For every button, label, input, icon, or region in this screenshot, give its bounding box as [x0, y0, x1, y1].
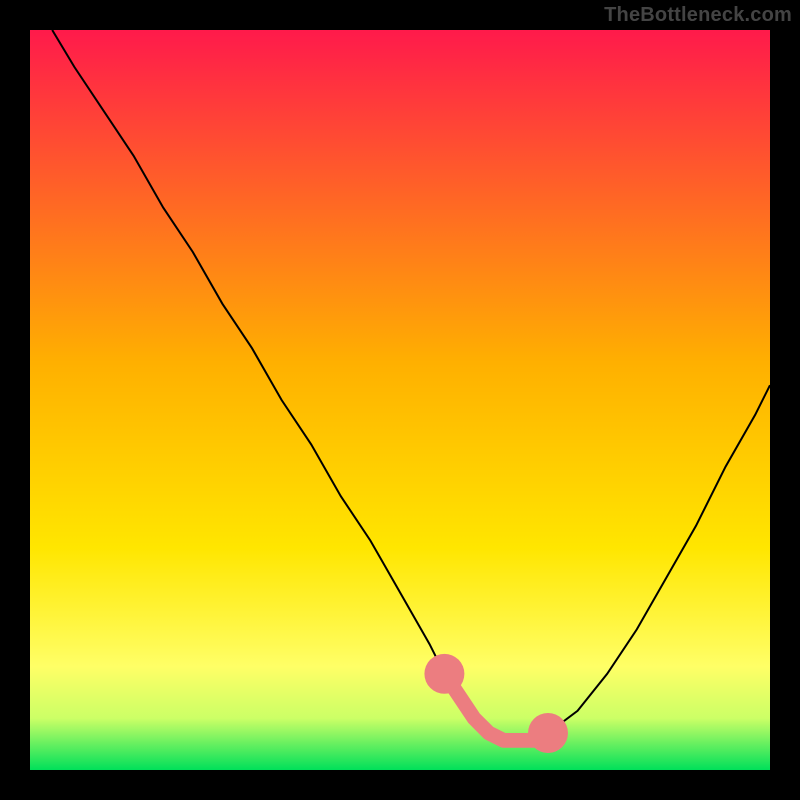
chart-svg — [30, 30, 770, 770]
watermark-text: TheBottleneck.com — [604, 4, 792, 27]
plot-area — [30, 30, 770, 770]
chart-container: TheBottleneck.com — [0, 0, 800, 800]
gradient-background — [30, 30, 770, 770]
